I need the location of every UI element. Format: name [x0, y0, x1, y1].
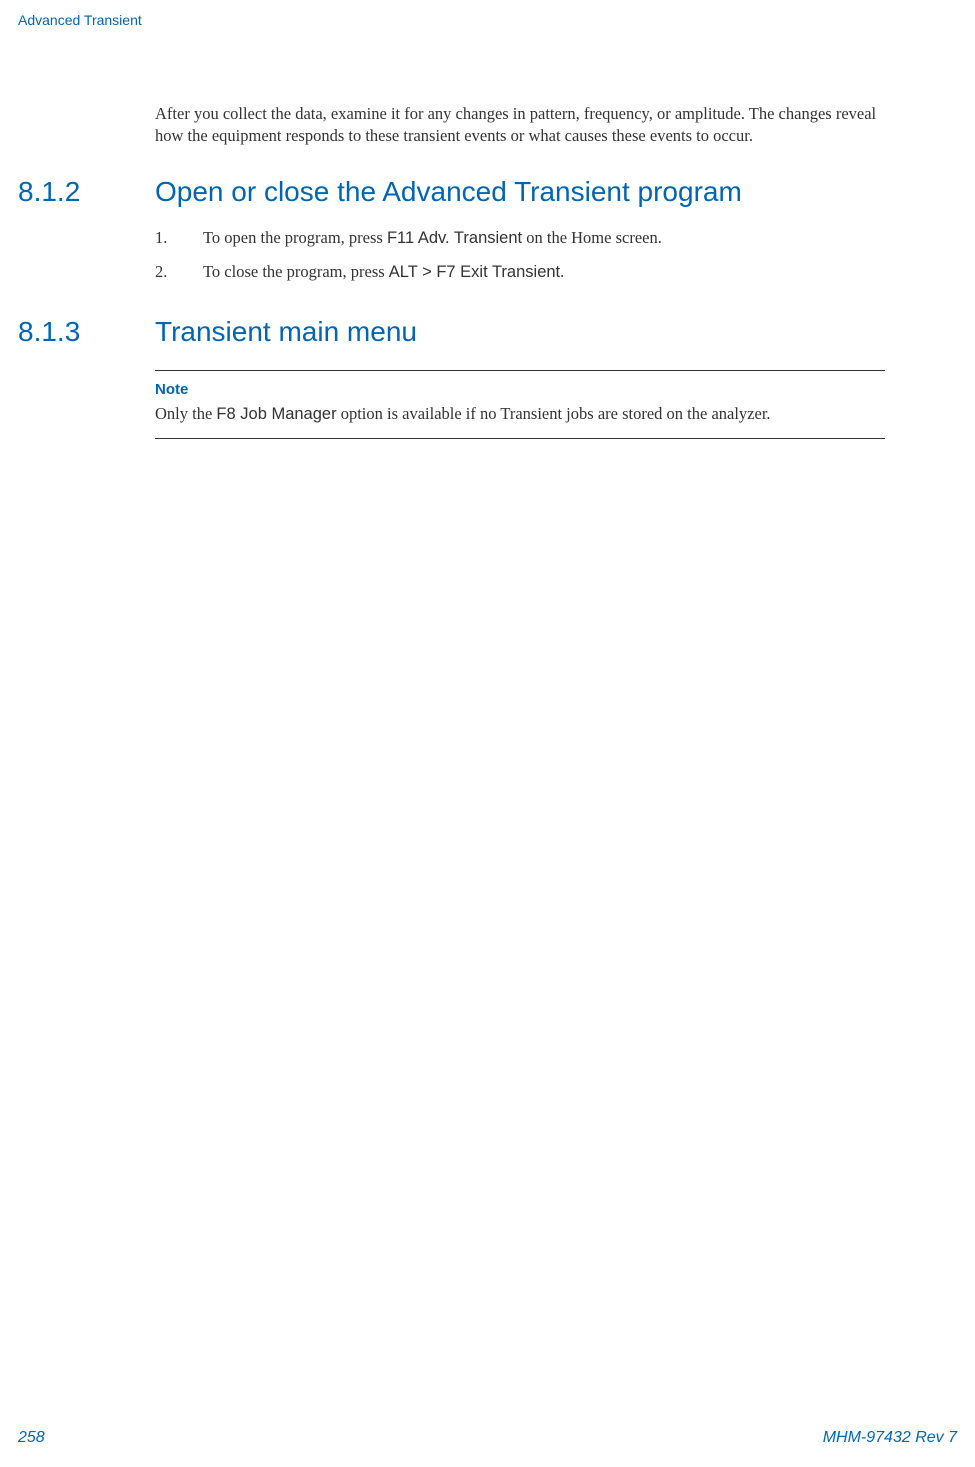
step-text: To close the program, press ALT > F7 Exi… — [203, 260, 885, 284]
section-813-heading: 8.1.3 Transient main menu — [0, 316, 885, 348]
section-813: 8.1.3 Transient main menu Note Only the … — [0, 316, 885, 439]
section-812-heading: 8.1.2 Open or close the Advanced Transie… — [0, 176, 885, 208]
section-812: 8.1.2 Open or close the Advanced Transie… — [0, 176, 885, 284]
step-number: 2. — [155, 260, 203, 284]
page-footer: 258 MHM-97432 Rev 7 — [0, 1429, 975, 1447]
footer-page-number: 258 — [18, 1429, 45, 1447]
list-item: 2. To close the program, press ALT > F7 … — [155, 260, 885, 284]
note-text-before: Only the — [155, 404, 216, 423]
step-key: ALT > F7 Exit Transient — [389, 263, 560, 281]
section-813-number: 8.1.3 — [0, 316, 155, 348]
section-812-steps: 1. To open the program, press F11 Adv. T… — [155, 226, 885, 284]
note-block: Note Only the F8 Job Manager option is a… — [155, 370, 885, 439]
page-header: Advanced Transient — [0, 0, 975, 28]
step-text-after: on the Home screen. — [522, 228, 662, 247]
header-section-name: Advanced Transient — [18, 12, 142, 28]
section-812-number: 8.1.2 — [0, 176, 155, 208]
footer-doc-ref: MHM-97432 Rev 7 — [823, 1429, 957, 1447]
note-text-after: option is available if no Transient jobs… — [337, 404, 771, 423]
section-812-title: Open or close the Advanced Transient pro… — [155, 176, 742, 208]
note-label: Note — [155, 381, 885, 398]
list-item: 1. To open the program, press F11 Adv. T… — [155, 226, 885, 250]
step-text: To open the program, press F11 Adv. Tran… — [203, 226, 885, 250]
step-number: 1. — [155, 226, 203, 250]
section-813-title: Transient main menu — [155, 316, 417, 348]
page-content: After you collect the data, examine it f… — [0, 28, 975, 439]
step-key: F11 Adv. Transient — [387, 229, 522, 247]
step-text-after: . — [560, 262, 564, 281]
note-text: Only the F8 Job Manager option is availa… — [155, 402, 885, 426]
note-key: F8 Job Manager — [216, 405, 336, 423]
intro-paragraph: After you collect the data, examine it f… — [155, 103, 885, 148]
step-text-before: To open the program, press — [203, 228, 387, 247]
step-text-before: To close the program, press — [203, 262, 389, 281]
